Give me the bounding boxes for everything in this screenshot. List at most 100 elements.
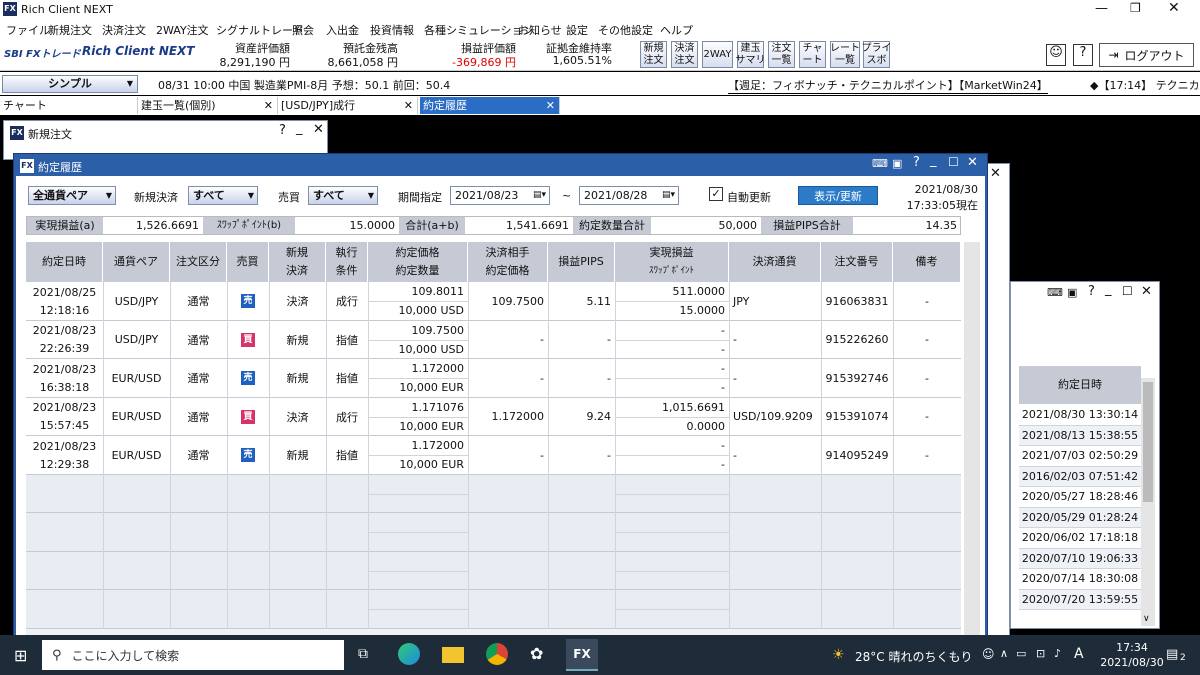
windows-start-icon[interactable]: ⊞ (14, 646, 27, 665)
mode-select[interactable]: シンプル ▼ (2, 75, 138, 93)
2way-button[interactable]: 2WAY (702, 41, 733, 68)
clock-date[interactable]: 2021/08/30 (1098, 656, 1166, 669)
column-header[interactable]: 備考 (893, 242, 961, 282)
column-header[interactable]: 通貨ペア (103, 242, 170, 282)
settings-icon[interactable]: ▣ (1067, 286, 1077, 299)
date-from-input[interactable]: 2021/08/23 ▤▾ (450, 186, 550, 205)
auto-refresh-checkbox[interactable]: ✓ (709, 187, 723, 201)
calendar-icon[interactable]: ▤▾ (533, 187, 546, 204)
list-item[interactable]: 2020/06/02 17:18:18 (1019, 528, 1141, 549)
app-icon[interactable]: ✿ (530, 644, 543, 663)
list-item[interactable]: 2021/07/03 02:50:29 (1019, 446, 1141, 467)
menu-new-order[interactable]: 新規注文 (48, 22, 92, 38)
settings-icon[interactable]: ▣ (892, 157, 902, 170)
maximize-icon[interactable]: ☐ (1122, 284, 1133, 298)
column-header[interactable]: 新規 決済 (269, 242, 326, 282)
ime-indicator[interactable]: A (1074, 646, 1084, 662)
fx-taskbar-icon[interactable]: FX (566, 639, 598, 671)
table-row[interactable]: 2021/08/23 15:57:45 EUR/USD 通常 買 決済 成行 1.171076… (26, 397, 961, 436)
chevron-down-icon[interactable]: ∨ (1143, 614, 1150, 624)
menu-notice[interactable]: お知らせ (518, 22, 562, 38)
list-item[interactable]: 2020/05/27 18:28:46 (1019, 487, 1141, 508)
screen-icon[interactable]: ⌨ (872, 157, 888, 170)
menu-other-settings[interactable]: その他設定 (598, 22, 653, 38)
table-row[interactable]: 2021/08/23 16:38:18 EUR/USD 通常 売 新規 指値 1.172000… (26, 359, 961, 398)
pair-select[interactable]: 全通貨ペア ▼ (28, 186, 116, 205)
close-icon[interactable]: ✕ (404, 97, 413, 114)
close-icon[interactable]: ✕ (313, 122, 324, 137)
people-icon[interactable]: ☺ (982, 647, 995, 661)
list-item[interactable]: 2016/02/03 07:51:42 (1019, 466, 1141, 487)
user-icon[interactable]: ☺ (1046, 44, 1066, 66)
volume-icon[interactable]: ♪ (1054, 647, 1061, 660)
close-icon[interactable]: ✕ (264, 97, 273, 114)
logout-button[interactable]: ⇥ ログアウト (1099, 43, 1194, 67)
close-icon[interactable]: ✕ (1168, 0, 1180, 16)
screen-icon[interactable]: ⌨ (1047, 286, 1063, 299)
tab-position-list[interactable]: 建玉一覧(個別) ✕ (138, 97, 278, 114)
menu-settings[interactable]: 設定 (566, 22, 588, 38)
minimize-icon[interactable]: _ (930, 153, 937, 168)
menu-2way-order[interactable]: 2WAY注文 (156, 22, 209, 38)
rate-list-button[interactable]: レート 一覧 (830, 41, 860, 68)
menu-signal-trade[interactable]: シグナルトレード (216, 22, 304, 38)
minimize-icon[interactable]: — (1095, 1, 1108, 16)
table-scrollbar[interactable] (964, 242, 980, 637)
scrollbar[interactable]: ∨ (1141, 378, 1155, 626)
help-icon[interactable]: ? (279, 123, 286, 138)
economic-news[interactable]: 08/31 10:00 中国 製造業PMI-8月 予想：50.1 前回：50.4 (158, 77, 450, 93)
column-header[interactable]: 実現損益 ｽﾜｯﾌﾟﾎﾟｲﾝﾄ (615, 242, 729, 282)
news-ticker-1[interactable]: 【週足：フィボナッチ・テクニカルポイント】【MarketWin24】 (728, 77, 1048, 94)
menu-close-order[interactable]: 決済注文 (102, 22, 146, 38)
column-header[interactable]: 約定価格 約定数量 (368, 242, 468, 282)
column-header[interactable]: 執行 条件 (326, 242, 368, 282)
tab-execution-history[interactable]: 約定履歴 ✕ (420, 97, 560, 114)
table-row[interactable]: 2021/08/23 22:26:39 USD/JPY 通常 買 新規 指値 109.7500… (26, 320, 961, 359)
order-list-button[interactable]: 注文 一覧 (768, 41, 795, 68)
menu-deposit[interactable]: 入出金 (326, 22, 359, 38)
chrome-icon[interactable] (486, 643, 508, 665)
refresh-button[interactable]: 表示/更新 (798, 186, 878, 205)
taskbar-search-input[interactable]: ⚲ ここに入力して検索 (42, 640, 344, 670)
help-icon[interactable]: ? (913, 155, 920, 170)
column-header[interactable]: 決済通貨 (729, 242, 821, 282)
close-order-button[interactable]: 決済 注文 (671, 41, 698, 68)
close-icon[interactable]: ✕ (967, 155, 978, 170)
maximize-icon[interactable]: ☐ (948, 155, 959, 169)
list-item[interactable]: 2021/08/30 13:30:14 (1019, 405, 1141, 426)
list-item[interactable]: 2020/07/20 13:59:55 (1019, 589, 1141, 610)
price-board-button[interactable]: プライ スボ (862, 41, 892, 68)
position-summary-button[interactable]: 建玉 サマリ (736, 41, 766, 68)
menu-help[interactable]: ヘルプ (660, 22, 693, 38)
close-icon[interactable]: ✕ (990, 166, 1001, 181)
close-icon[interactable]: ✕ (546, 97, 555, 114)
file-explorer-icon[interactable] (442, 647, 464, 663)
kind-select[interactable]: すべて ▼ (188, 186, 258, 205)
column-header[interactable]: 売買 (227, 242, 269, 282)
list-item[interactable]: 2020/05/29 01:28:24 (1019, 507, 1141, 528)
minimize-icon[interactable]: _ (1105, 282, 1112, 297)
side-select[interactable]: すべて ▼ (308, 186, 378, 205)
menu-inquiry[interactable]: 照会 (292, 22, 314, 38)
minimize-icon[interactable]: _ (296, 121, 303, 136)
table-row[interactable]: 2021/08/23 12:29:38 EUR/USD 通常 売 新規 指値 1.172000… (26, 436, 961, 475)
notification-icon[interactable]: ▤ (1166, 647, 1178, 662)
column-header[interactable]: 注文番号 (821, 242, 893, 282)
list-item[interactable]: 2021/08/13 15:38:55 (1019, 425, 1141, 446)
menu-investment-info[interactable]: 投資情報 (370, 22, 414, 38)
restore-icon[interactable]: ❐ (1130, 1, 1141, 15)
network-icon[interactable]: ⊡ (1036, 647, 1045, 660)
column-header[interactable]: 決済相手 約定価格 (468, 242, 548, 282)
close-icon[interactable]: ✕ (1141, 284, 1152, 299)
weather-text[interactable]: 28°C 晴れのちくもり (855, 648, 972, 665)
new-order-button[interactable]: 新規 注文 (640, 41, 667, 68)
list-item[interactable]: 2020/07/14 18:30:08 (1019, 569, 1141, 590)
task-view-icon[interactable]: ⧉ (358, 646, 368, 662)
table-row[interactable]: 2021/08/25 12:18:16 USD/JPY 通常 売 決済 成行 109.8011… (26, 282, 961, 321)
column-header[interactable]: 約定日時 (26, 242, 103, 282)
battery-icon[interactable]: ▭ (1016, 647, 1026, 660)
calendar-icon[interactable]: ▤▾ (662, 187, 675, 204)
help-icon[interactable]: ? (1073, 44, 1093, 66)
date-to-input[interactable]: 2021/08/28 ▤▾ (579, 186, 679, 205)
help-icon[interactable]: ? (1088, 284, 1095, 299)
